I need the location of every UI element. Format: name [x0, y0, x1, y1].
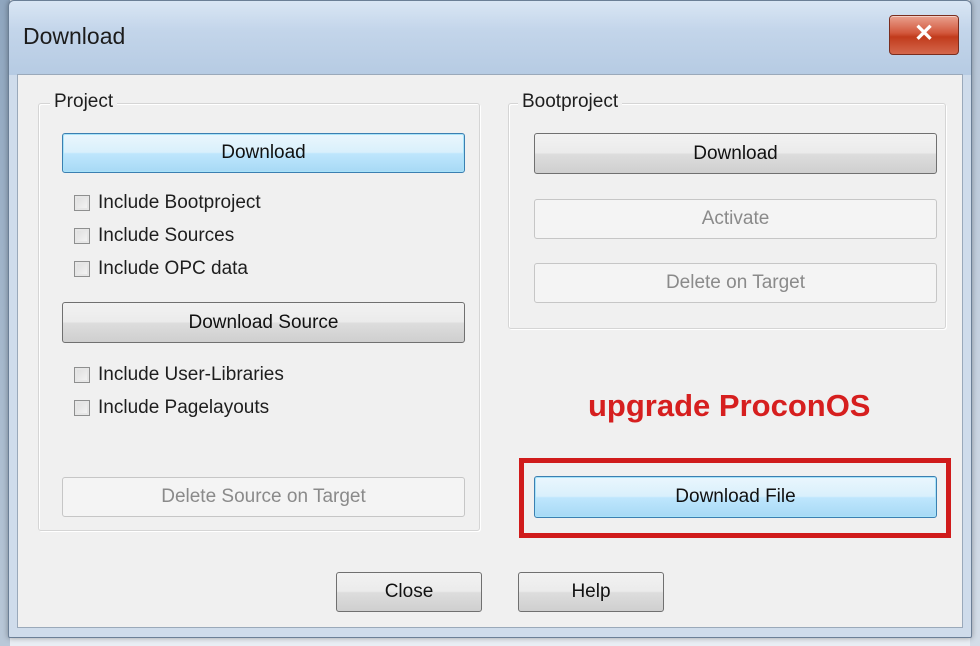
dialog-client-area: Project Download Include Bootproject Inc… [17, 74, 963, 628]
bootproject-group-label: Bootproject [518, 91, 623, 113]
checkbox-box[interactable] [74, 261, 90, 277]
checkbox-label: Include Pagelayouts [98, 397, 270, 418]
checkbox-box[interactable] [74, 228, 90, 244]
delete-on-target-button[interactable]: Delete on Target [534, 263, 937, 303]
annotation-text: upgrade ProconOS [588, 388, 871, 423]
checkbox-box[interactable] [74, 400, 90, 416]
checkbox-box[interactable] [74, 367, 90, 383]
checkbox-label: Include User-Libraries [98, 364, 284, 385]
bootproject-download-button[interactable]: Download [534, 133, 937, 174]
help-button[interactable]: Help [518, 572, 664, 612]
download-source-button[interactable]: Download Source [62, 302, 465, 343]
include-sources-checkbox[interactable]: Include Sources [74, 225, 234, 247]
window-title: Download [23, 23, 126, 49]
checkbox-label: Include OPC data [98, 258, 248, 279]
checkbox-box[interactable] [74, 195, 90, 211]
include-pagelayouts-checkbox[interactable]: Include Pagelayouts [74, 397, 269, 419]
close-button[interactable]: Close [336, 572, 482, 612]
checkbox-label: Include Bootproject [98, 192, 261, 213]
include-user-libraries-checkbox[interactable]: Include User-Libraries [74, 364, 284, 386]
include-opc-data-checkbox[interactable]: Include OPC data [74, 258, 248, 280]
title-bar[interactable]: Download ✕ [9, 1, 971, 75]
delete-source-on-target-button[interactable]: Delete Source on Target [62, 477, 465, 517]
project-download-button[interactable]: Download [62, 133, 465, 173]
activate-button[interactable]: Activate [534, 199, 937, 239]
close-icon: ✕ [913, 20, 935, 47]
checkbox-label: Include Sources [98, 225, 235, 246]
annotation-highlight-box [519, 458, 951, 538]
close-window-button[interactable]: ✕ [889, 15, 959, 55]
project-group-label: Project [50, 91, 118, 113]
include-bootproject-checkbox[interactable]: Include Bootproject [74, 192, 261, 214]
